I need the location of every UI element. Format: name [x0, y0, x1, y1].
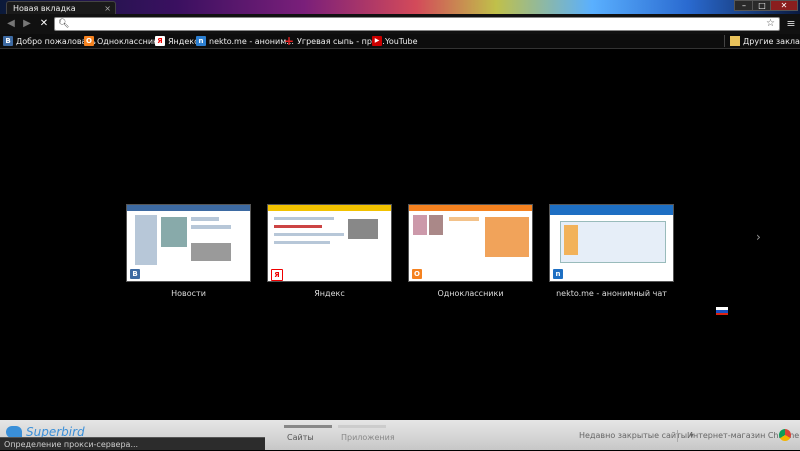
thumb-block	[449, 217, 479, 221]
thumbnail-label: Яндекс	[314, 289, 345, 298]
divider	[677, 430, 678, 442]
thumbnail-label: nekto.me - анонимный чат	[556, 289, 667, 298]
thumb-header	[127, 205, 250, 211]
russian-flag-icon	[716, 307, 728, 315]
thumb-header	[409, 205, 532, 211]
stop-button[interactable]: ✕	[37, 17, 51, 31]
thumb-block	[485, 217, 529, 257]
thumbnail-yandex[interactable]: Я	[267, 204, 392, 282]
thumb-block	[274, 241, 330, 244]
thumb-block	[135, 215, 157, 265]
thumbnail-label: Новости	[171, 289, 206, 298]
bookmarks-bar: В Добро пожаловать О Одноклассники Я Янд…	[0, 34, 800, 49]
tab-sites[interactable]: Сайты	[287, 433, 314, 442]
title-bar: Новая вкладка × – □ ✕	[0, 0, 800, 14]
bookmark-vk[interactable]: В Добро пожаловать	[3, 34, 96, 48]
search-icon: 🔍︎	[58, 19, 70, 29]
tab-apps[interactable]: Приложения	[341, 433, 395, 442]
bookmark-acne[interactable]: + Угревая сыпь - при...	[284, 34, 385, 48]
bookmark-odnoklassniki[interactable]: О Одноклассники	[84, 34, 163, 48]
close-window-button[interactable]: ✕	[770, 0, 798, 11]
folder-icon	[730, 36, 740, 46]
thumb-photo	[413, 215, 427, 235]
thumb-block	[191, 225, 231, 229]
ok-icon: О	[84, 36, 94, 46]
other-bookmarks[interactable]: Другие закладки	[730, 34, 800, 48]
yandex-icon: Я	[155, 36, 165, 46]
tab-title: Новая вкладка	[13, 4, 76, 13]
thumb-accent	[127, 281, 251, 282]
toolbar: ◀ ▶ ✕ 🔍︎ ☆ ≡	[0, 14, 800, 34]
divider	[724, 35, 725, 47]
thumb-accent	[268, 281, 392, 282]
chrome-store-icon[interactable]	[779, 429, 791, 441]
recently-closed-label: Недавно закрытые сайты	[579, 431, 688, 440]
thumbnail-label: Одноклассники	[437, 289, 504, 298]
thumb-photo	[429, 215, 443, 235]
youtube-icon: ▶	[372, 36, 382, 46]
thumb-block	[274, 225, 322, 228]
thumbnail-nekto[interactable]: n	[549, 204, 674, 282]
tab-new-tab[interactable]: Новая вкладка ×	[6, 1, 116, 14]
bookmark-nekto[interactable]: n nekto.me - аноним...	[196, 34, 294, 48]
menu-button[interactable]: ≡	[784, 17, 798, 31]
bookmark-label: Яндекс	[168, 36, 199, 46]
back-button[interactable]: ◀	[4, 17, 18, 31]
minimize-button[interactable]: –	[734, 0, 754, 11]
bookmark-label: Одноклассники	[97, 36, 164, 46]
thumb-block	[191, 217, 219, 221]
vk-icon: В	[130, 269, 140, 279]
other-bookmarks-label: Другие закладки	[743, 36, 800, 46]
bookmark-label: YouTube	[385, 36, 418, 46]
thumb-accent	[409, 281, 533, 282]
thumb-photo	[348, 219, 378, 239]
nekto-icon: n	[196, 36, 206, 46]
thumbnail-odnoklassniki[interactable]: О	[408, 204, 533, 282]
thumbnail-vk[interactable]: В	[126, 204, 251, 282]
thumb-block	[564, 225, 578, 255]
thumb-block	[274, 217, 334, 220]
star-icon[interactable]: ☆	[766, 18, 775, 30]
yandex-icon: Я	[271, 269, 283, 281]
red-cross-icon: +	[284, 34, 295, 48]
tab-indicator-apps	[338, 425, 386, 428]
bookmark-youtube[interactable]: ▶ YouTube	[372, 34, 418, 48]
next-page-arrow[interactable]: ›	[756, 230, 761, 244]
nekto-icon: n	[553, 269, 563, 279]
thumb-photo	[191, 243, 231, 261]
tab-indicator-sites	[284, 425, 332, 428]
thumb-header	[550, 205, 673, 215]
thumb-block	[274, 233, 344, 236]
address-bar[interactable]: 🔍︎ ☆	[54, 17, 780, 31]
ok-icon: О	[412, 269, 422, 279]
thumb-header	[268, 205, 391, 211]
bookmark-yandex[interactable]: Я Яндекс	[155, 34, 198, 48]
thumb-accent	[550, 281, 674, 282]
thumb-photo	[161, 217, 187, 247]
forward-button[interactable]: ▶	[20, 17, 34, 31]
maximize-button[interactable]: □	[752, 0, 772, 11]
bookmark-label: nekto.me - аноним...	[209, 36, 294, 46]
status-bubble: Определение прокси-сервера...	[0, 437, 265, 450]
vk-icon: В	[3, 36, 13, 46]
